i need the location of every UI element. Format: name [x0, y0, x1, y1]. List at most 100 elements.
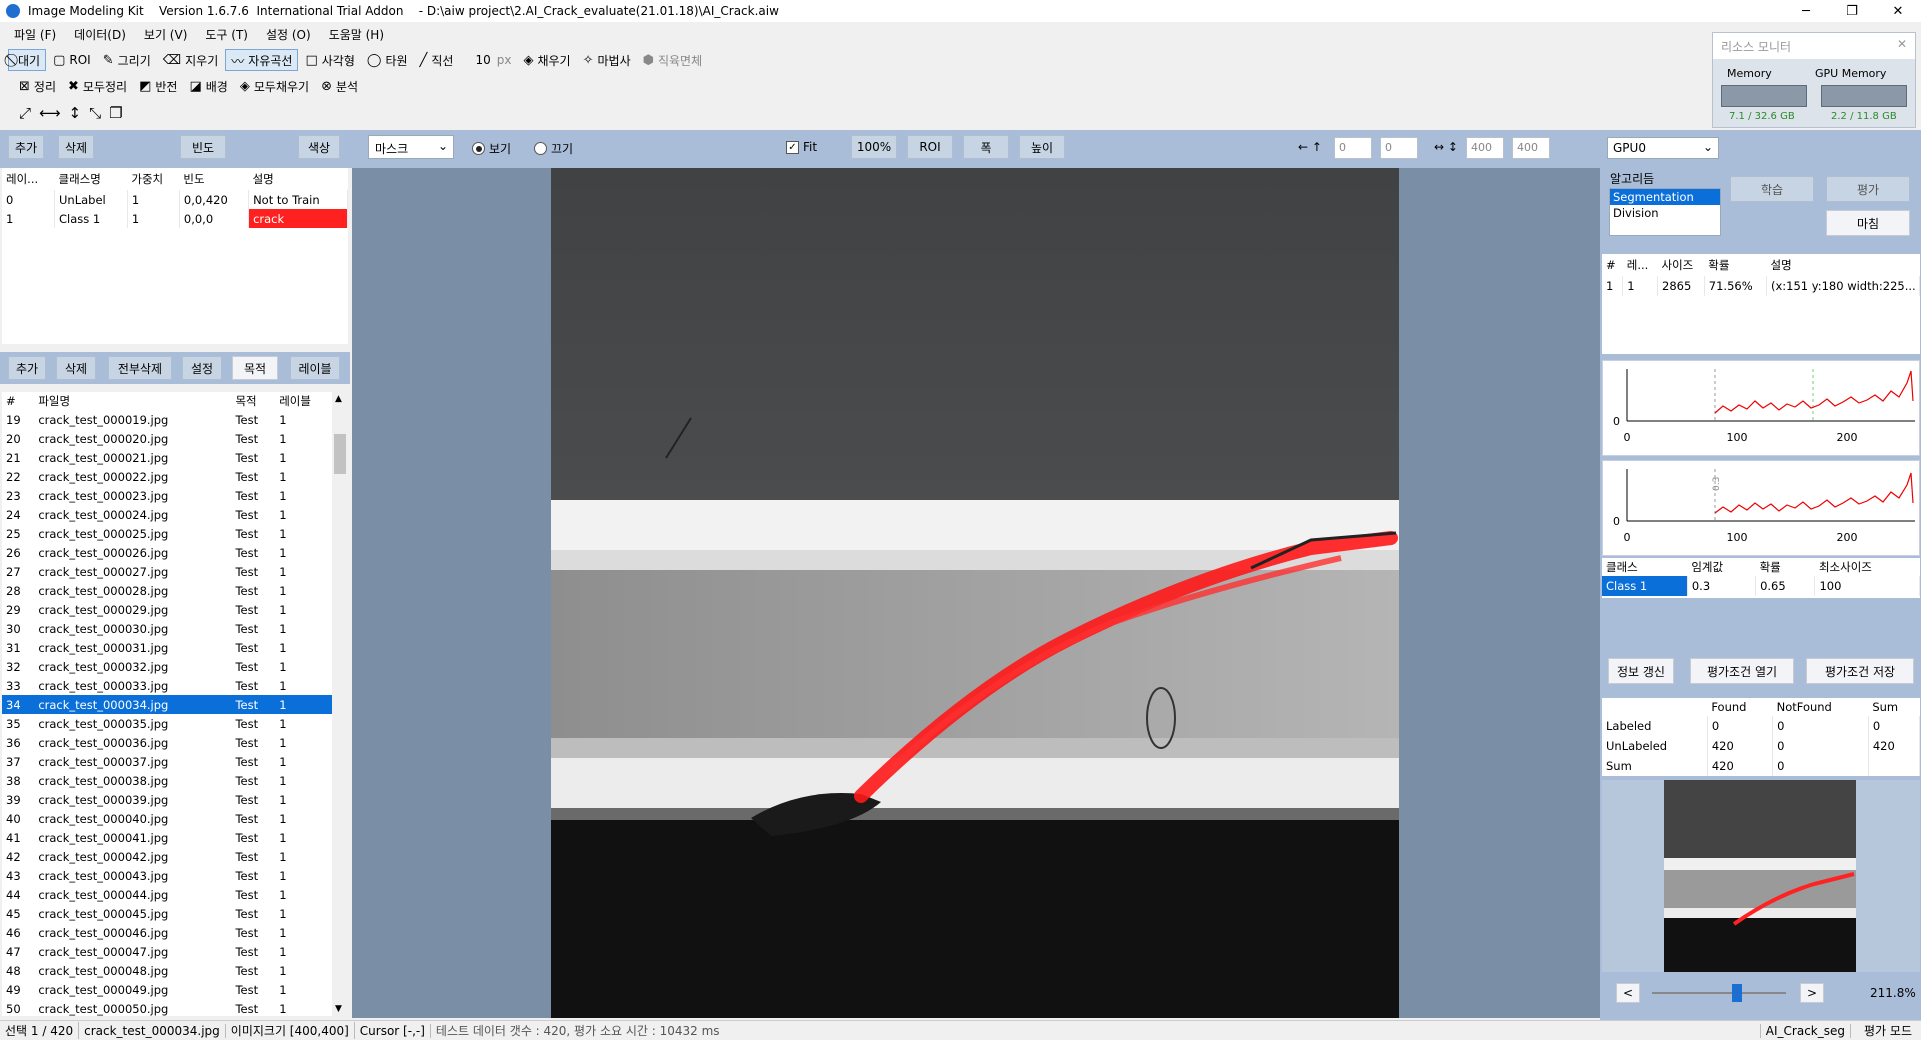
ellipse-tool[interactable]: ◯ 타원 — [362, 49, 413, 71]
file-row[interactable]: 21 crack_test_000021.jpg Test 1 — [2, 448, 332, 467]
class-col-header[interactable]: 빈도 — [179, 168, 248, 190]
detection-col-header[interactable]: # — [1602, 254, 1623, 276]
class-row[interactable]: 1 Class 1 1 0,0,0 crack — [2, 209, 348, 228]
evaluate-button[interactable]: 평가 — [1826, 176, 1910, 202]
invert-tool[interactable]: ◩ 반전 — [134, 75, 182, 97]
file-row[interactable]: 37 crack_test_000037.jpg Test 1 — [2, 752, 332, 771]
line-tool[interactable]: ╱ 직선 — [415, 49, 459, 71]
minimize-button[interactable]: ─ — [1783, 0, 1829, 22]
file-settings-button[interactable]: 설정 — [182, 356, 222, 380]
threshold-cell[interactable]: 0.65 — [1755, 576, 1816, 596]
save-eval-conditions-button[interactable]: 평가조건 저장 — [1806, 658, 1914, 684]
view-tool-3-icon[interactable]: ⤡ — [86, 102, 104, 124]
file-row[interactable]: 29 crack_test_000029.jpg Test 1 — [2, 600, 332, 619]
file-row[interactable]: 35 crack_test_000035.jpg Test 1 — [2, 714, 332, 733]
file-row[interactable]: 43 crack_test_000043.jpg Test 1 — [2, 866, 332, 885]
purpose-button[interactable]: 목적 — [232, 356, 278, 380]
file-delete-all-button[interactable]: 전부삭제 — [108, 356, 172, 380]
color-button[interactable]: 색상 — [298, 135, 340, 159]
file-col-header[interactable]: 레이블 — [275, 392, 332, 410]
file-row[interactable]: 25 crack_test_000025.jpg Test 1 — [2, 524, 332, 543]
thumbnail-image[interactable] — [1664, 780, 1856, 972]
finish-button[interactable]: 마침 — [1826, 210, 1910, 236]
view-tool-4-icon[interactable]: ❐ — [106, 102, 125, 124]
brush-size[interactable]: 10 px — [460, 49, 516, 71]
view-tool-2-icon[interactable]: ↕ — [66, 102, 85, 124]
menu-item-3[interactable]: 도구 (T) — [205, 26, 248, 43]
algorithm-item-segmentation[interactable]: Segmentation — [1610, 189, 1720, 205]
width-button[interactable]: 폭 — [963, 135, 1009, 159]
file-row[interactable]: 44 crack_test_000044.jpg Test 1 — [2, 885, 332, 904]
view-tool-1-icon[interactable]: ⟷ — [36, 102, 64, 124]
detection-col-header[interactable]: 사이즈 — [1658, 254, 1705, 276]
file-row[interactable]: 19 crack_test_000019.jpg Test 1 — [2, 410, 332, 429]
zoom-100-button[interactable]: 100% — [851, 135, 897, 159]
scroll-up-icon[interactable]: ▲ — [335, 394, 342, 404]
view-tool-0-icon[interactable]: ⤢ — [16, 102, 34, 124]
file-row[interactable]: 23 crack_test_000023.jpg Test 1 — [2, 486, 332, 505]
image-canvas[interactable] — [551, 168, 1399, 1018]
file-row[interactable]: 41 crack_test_000041.jpg Test 1 — [2, 828, 332, 847]
height-button[interactable]: 높이 — [1019, 135, 1065, 159]
frequency-button[interactable]: 빈도 — [180, 135, 226, 159]
file-row[interactable]: 48 crack_test_000048.jpg Test 1 — [2, 961, 332, 980]
file-row[interactable]: 27 crack_test_000027.jpg Test 1 — [2, 562, 332, 581]
analyze-tool[interactable]: ⊗ 분석 — [316, 75, 363, 97]
algorithm-item-division[interactable]: Division — [1610, 205, 1720, 221]
class-col-header[interactable]: 설명 — [249, 168, 348, 190]
file-row[interactable]: 20 crack_test_000020.jpg Test 1 — [2, 429, 332, 448]
label-button[interactable]: 레이블 — [290, 356, 340, 380]
menu-item-1[interactable]: 데이터(D) — [74, 26, 126, 43]
fill-tool[interactable]: ◈ 채우기 — [518, 49, 575, 71]
file-col-header[interactable]: # — [2, 392, 34, 410]
close-button[interactable]: ✕ — [1875, 0, 1921, 22]
file-col-header[interactable]: 목적 — [231, 392, 275, 410]
threshold-cell[interactable]: 100 — [1814, 576, 1920, 596]
threshold-cell[interactable]: Class 1 — [1602, 576, 1688, 596]
resource-close-icon[interactable]: ✕ — [1897, 37, 1907, 51]
scroll-down-icon[interactable]: ▼ — [335, 1004, 342, 1014]
mask-select[interactable]: 마스크 ⌄ — [368, 135, 454, 159]
algorithm-list[interactable]: Segmentation Division — [1609, 188, 1721, 236]
roi-x-input[interactable]: 0 — [1334, 137, 1372, 159]
class-col-header[interactable]: 클래스명 — [55, 168, 128, 190]
fill-all-tool[interactable]: ◈ 모두채우기 — [235, 75, 314, 97]
class-delete-button[interactable]: 삭제 — [58, 135, 94, 159]
scroll-thumb[interactable] — [334, 434, 346, 474]
file-row[interactable]: 38 crack_test_000038.jpg Test 1 — [2, 771, 332, 790]
file-row[interactable]: 46 crack_test_000046.jpg Test 1 — [2, 923, 332, 942]
menu-item-0[interactable]: 파일 (F) — [14, 26, 56, 43]
file-row[interactable]: 32 crack_test_000032.jpg Test 1 — [2, 657, 332, 676]
file-delete-button[interactable]: 삭제 — [56, 356, 96, 380]
off-radio[interactable]: 끄기 — [534, 140, 573, 157]
roi-y-input[interactable]: 0 — [1380, 137, 1418, 159]
wand-tool[interactable]: ✧ 마법사 — [578, 49, 636, 71]
detection-col-header[interactable]: 레... — [1623, 254, 1658, 276]
file-row[interactable]: 39 crack_test_000039.jpg Test 1 — [2, 790, 332, 809]
file-add-button[interactable]: 추가 — [8, 356, 46, 380]
roi-height-input[interactable]: 400 — [1512, 137, 1550, 159]
file-row[interactable]: 47 crack_test_000047.jpg Test 1 — [2, 942, 332, 961]
zoom-slider[interactable] — [1652, 992, 1786, 994]
roi-tool[interactable]: ▢ ROI — [48, 49, 96, 71]
menu-item-5[interactable]: 도움말 (H) — [329, 26, 384, 43]
file-row[interactable]: 28 crack_test_000028.jpg Test 1 — [2, 581, 332, 600]
roi-button[interactable]: ROI — [907, 135, 953, 159]
clean-all-tool[interactable]: ✖ 모두정리 — [63, 75, 132, 97]
file-scrollbar[interactable]: ▲ ▼ — [332, 392, 348, 1016]
prev-button[interactable]: < — [1616, 983, 1640, 1003]
threshold-cell[interactable]: 0.3 — [1687, 576, 1757, 596]
file-row[interactable]: 42 crack_test_000042.jpg Test 1 — [2, 847, 332, 866]
fit-checkbox[interactable]: ✓ Fit — [786, 140, 817, 154]
file-row[interactable]: 36 crack_test_000036.jpg Test 1 — [2, 733, 332, 752]
wait-tool[interactable]: ⃠대기 — [8, 49, 47, 71]
file-row[interactable]: 26 crack_test_000026.jpg Test 1 — [2, 543, 332, 562]
refresh-info-button[interactable]: 정보 갱신 — [1608, 658, 1674, 684]
view-radio[interactable]: 보기 — [472, 140, 511, 157]
file-row[interactable]: 30 crack_test_000030.jpg Test 1 — [2, 619, 332, 638]
class-col-header[interactable]: 레이... — [2, 168, 55, 190]
file-row[interactable]: 34 crack_test_000034.jpg Test 1 — [2, 695, 332, 714]
file-row[interactable]: 50 crack_test_000050.jpg Test 1 — [2, 999, 332, 1016]
file-col-header[interactable]: 파일명 — [34, 392, 231, 410]
menu-item-2[interactable]: 보기 (V) — [144, 26, 187, 43]
